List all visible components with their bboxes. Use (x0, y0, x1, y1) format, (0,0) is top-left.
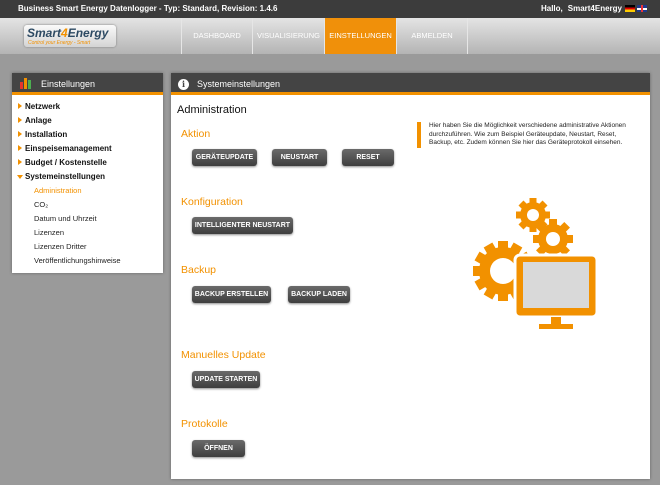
settings-sidebar: Einstellungen Netzwerk Anlage Installati… (12, 73, 163, 273)
user-greeting: Hallo, Smart4Energy (536, 4, 622, 13)
section-title-konfiguration: Konfiguration (181, 196, 243, 208)
main-navigation: Smart4Energy Control your Energy - Smart… (0, 18, 660, 54)
page-title: Administration (177, 104, 247, 116)
gears-monitor-icon (473, 198, 599, 329)
menu-item-budget[interactable]: Budget / Kostenstelle (12, 156, 163, 170)
section-title-backup: Backup (181, 264, 217, 276)
oeffnen-button[interactable]: ÖFFNEN (192, 440, 245, 457)
sidebar-header: Einstellungen (12, 73, 163, 95)
submenu-item-veroeffentlichungshinweise[interactable]: Veröffentlichungshinweise (12, 254, 163, 268)
nav-dashboard[interactable]: DASHBOARD (181, 18, 252, 54)
greeting-text: Hallo, (540, 4, 563, 13)
menu-item-installation[interactable]: Installation (12, 128, 163, 142)
nav-divider (467, 18, 468, 54)
logo-tagline: Control your Energy - Smart (28, 40, 91, 46)
german-flag-icon[interactable] (625, 5, 635, 12)
logo[interactable]: Smart4Energy Control your Energy - Smart (24, 25, 116, 47)
help-text: Hier haben Sie die Möglichkeit verschied… (417, 122, 635, 148)
nav-einstellungen[interactable]: EINSTELLUNGEN (324, 18, 396, 54)
submenu-item-datum-uhrzeit[interactable]: Datum und Uhrzeit (12, 212, 163, 226)
menu-item-anlage[interactable]: Anlage (12, 114, 163, 128)
english-flag-icon[interactable] (637, 5, 647, 12)
submenu-item-lizenzen[interactable]: Lizenzen (12, 226, 163, 240)
submenu-item-administration[interactable]: Administration (12, 184, 163, 198)
update-starten-button[interactable]: UPDATE STARTEN (192, 371, 260, 388)
main-header: i Systemeinstellungen (171, 73, 650, 95)
menu-item-systemeinstellungen[interactable]: Systemeinstellungen (12, 170, 163, 184)
intelligenter-neustart-button[interactable]: INTELLIGENTER NEUSTART (192, 217, 293, 234)
settings-menu: Netzwerk Anlage Installation Einspeisema… (12, 95, 163, 268)
top-bar: Business Smart Energy Datenlogger - Typ:… (0, 0, 660, 18)
section-title-protokolle: Protokolle (181, 418, 228, 430)
submenu-item-lizenzen-dritter[interactable]: Lizenzen Dritter (12, 240, 163, 254)
section-title-manuelles-update: Manuelles Update (181, 349, 266, 361)
main-panel: i Systemeinstellungen Administration Akt… (171, 73, 650, 479)
menu-item-einspeisemanagement[interactable]: Einspeisemanagement (12, 142, 163, 156)
reset-button[interactable]: RESET (342, 149, 394, 166)
app-title: Business Smart Energy Datenlogger - Typ:… (18, 4, 278, 13)
nav-visualisierung[interactable]: VISUALISIERUNG (252, 18, 324, 54)
nav-abmelden[interactable]: ABMELDEN (396, 18, 467, 54)
backup-laden-button[interactable]: BACKUP LADEN (288, 286, 350, 303)
submenu-item-co2[interactable]: CO₂ (12, 198, 163, 212)
neustart-button[interactable]: NEUSTART (272, 149, 327, 166)
backup-erstellen-button[interactable]: BACKUP ERSTELLEN (192, 286, 271, 303)
user-name: Smart4Energy (567, 4, 622, 13)
sidebar-title: Einstellungen (41, 79, 96, 89)
section-title-aktion: Aktion (181, 128, 211, 140)
bar-chart-icon (20, 78, 32, 89)
logo-wordmark: Smart4Energy (27, 26, 109, 40)
main-header-title: Systemeinstellungen (197, 79, 281, 89)
info-icon: i (178, 79, 189, 90)
geraeteupdate-button[interactable]: GERÄTEUPDATE (192, 149, 257, 166)
menu-item-netzwerk[interactable]: Netzwerk (12, 100, 163, 114)
